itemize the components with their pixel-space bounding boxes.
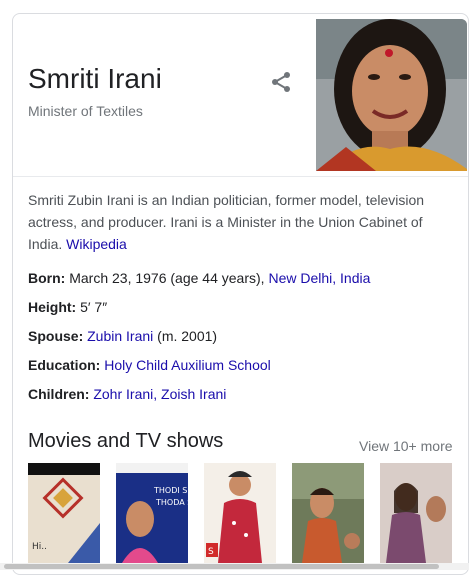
movie-thumbnail[interactable]: THODI SI THODA SA (116, 463, 188, 563)
entity-title: Smriti Irani (28, 63, 162, 94)
facts-list: Born: March 23, 1976 (age 44 years), New… (28, 268, 458, 413)
fact-value: (m. 2001) (157, 328, 218, 344)
fact-label: Spouse: (28, 328, 84, 344)
svg-text:S: S (208, 547, 214, 557)
fact-value: 5′ 7″ (80, 299, 108, 315)
fact-label: Education: (28, 357, 101, 373)
header-divider (13, 176, 468, 177)
thumb-title-line1: THODI SI (153, 486, 188, 495)
thumb-title-line2: THODA SA (155, 498, 188, 507)
fact-height: Height: 5′ 7″ (28, 297, 458, 326)
share-icon[interactable] (269, 70, 293, 94)
knowledge-panel: Smriti Irani Minister of Textiles Smriti… (12, 13, 469, 575)
entity-subtitle: Minister of Textiles (28, 103, 143, 119)
spouse-link[interactable]: Zubin Irani (87, 328, 153, 344)
fact-value: March 23, 1976 (age 44 years), (69, 270, 265, 286)
fact-label: Born: (28, 270, 66, 286)
view-more-link[interactable]: View 10+ more (359, 438, 453, 454)
fact-spouse: Spouse: Zubin Irani (m. 2001) (28, 326, 458, 355)
wikipedia-link[interactable]: Wikipedia (66, 236, 127, 252)
movies-section-title: Movies and TV shows (28, 430, 224, 452)
movie-thumbnail[interactable] (292, 463, 364, 563)
panel-header: Smriti Irani Minister of Textiles (13, 14, 468, 176)
scrollbar-thumb[interactable] (4, 564, 439, 569)
movie-thumbnail[interactable] (380, 463, 452, 563)
fact-label: Height: (28, 299, 77, 315)
movie-thumbnail[interactable]: Hi.. (28, 463, 100, 563)
fact-born: Born: March 23, 1976 (age 44 years), New… (28, 268, 458, 297)
fact-education: Education: Holy Child Auxilium School (28, 355, 458, 384)
children-link[interactable]: Zohr Irani, Zoish Irani (93, 386, 226, 402)
fact-label: Children: (28, 386, 90, 402)
birthplace-link[interactable]: New Delhi, India (268, 270, 370, 286)
entity-portrait-image[interactable] (316, 19, 467, 171)
fact-children: Children: Zohr Irani, Zoish Irani (28, 384, 458, 413)
svg-text:Hi..: Hi.. (32, 542, 47, 552)
movie-thumbnail[interactable]: S (204, 463, 276, 563)
entity-description: Smriti Zubin Irani is an Indian politici… (28, 189, 448, 255)
education-link[interactable]: Holy Child Auxilium School (104, 357, 271, 373)
horizontal-scrollbar[interactable] (0, 563, 469, 570)
